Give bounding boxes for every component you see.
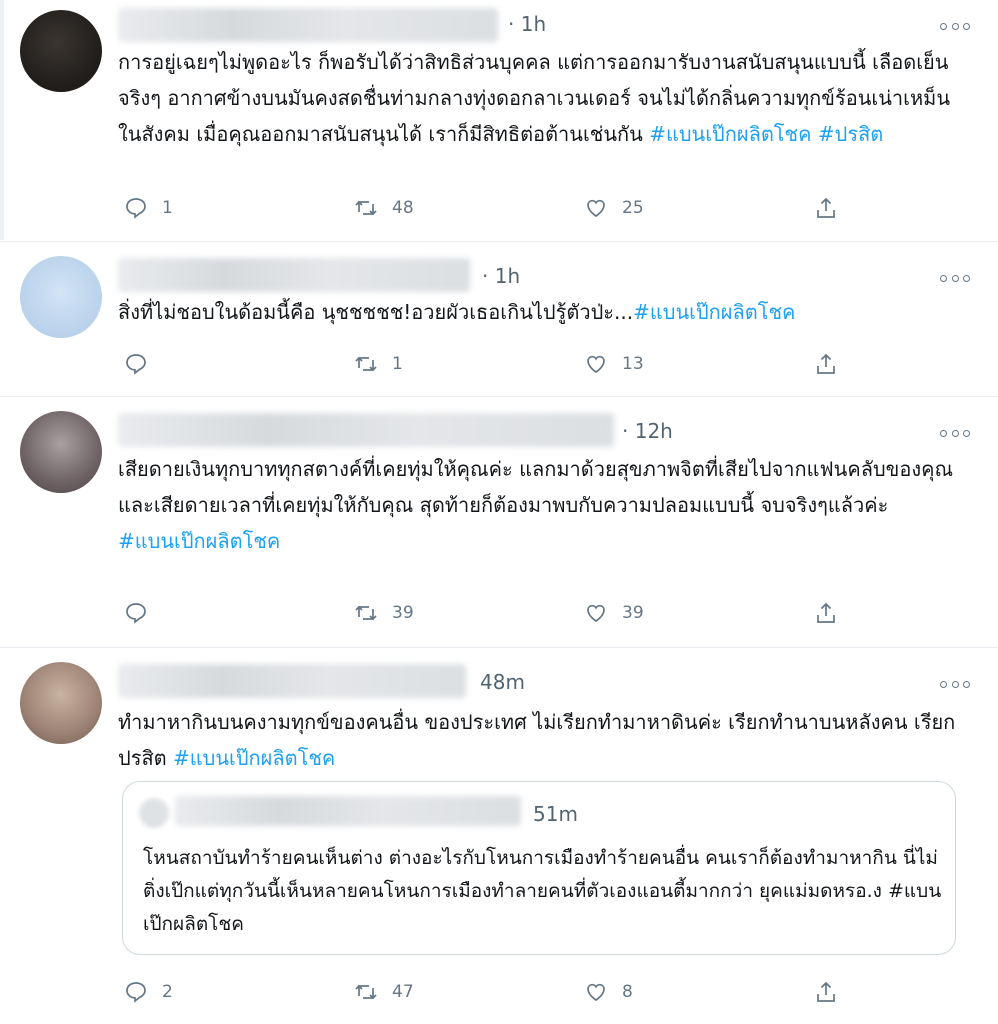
retweet-icon	[355, 356, 377, 372]
share-button[interactable]	[814, 192, 838, 224]
tweet-1[interactable]: · 1h การอยู่เฉยๆไม่พูดอะไร ก็พอรับได้ว่า…	[0, 0, 998, 240]
retweet-icon	[355, 984, 377, 1000]
reply-button[interactable]: 2	[124, 976, 173, 1008]
tweet-actions: 2 47 8	[118, 976, 878, 1008]
like-count: 39	[622, 603, 644, 623]
author-name-blurred[interactable]	[118, 413, 614, 447]
reply-button[interactable]	[124, 348, 162, 380]
share-button[interactable]	[814, 597, 838, 629]
tweet-text: สิ่งที่ไม่ชอบในด้อมนี้คือ นุชชชชช!อวยผัว…	[118, 294, 968, 330]
author-name-blurred[interactable]	[118, 258, 470, 292]
hashtag-link[interactable]: #ปรสิต	[818, 122, 883, 146]
more-options-icon[interactable]	[940, 20, 970, 32]
tweet-2[interactable]: · 1h สิ่งที่ไม่ชอบในด้อมนี้คือ นุชชชชช!อ…	[0, 242, 998, 396]
more-options-icon[interactable]	[940, 678, 970, 690]
more-options-icon[interactable]	[940, 272, 970, 284]
retweet-count: 1	[392, 354, 403, 374]
reply-icon	[126, 982, 146, 1003]
quoted-tweet[interactable]: 51m โหนสถาบันทำร้ายคนเห็นต่าง ต่างอะไรกั…	[122, 781, 956, 955]
hashtag-link[interactable]: #แบนเป๊กผลิตโชค	[173, 746, 335, 770]
like-count: 13	[622, 354, 644, 374]
retweet-icon	[355, 200, 377, 216]
like-button[interactable]: 39	[584, 597, 644, 629]
hashtag-link[interactable]: #แบนเป๊กผลิตโชค	[649, 122, 811, 146]
retweet-button[interactable]: 1	[354, 348, 403, 380]
tweet-timestamp[interactable]: · 1h	[508, 12, 546, 36]
reply-icon	[126, 354, 146, 375]
share-icon	[817, 602, 835, 623]
share-icon	[817, 353, 835, 374]
reply-count: 1	[162, 198, 173, 218]
tweet-timestamp[interactable]: · 12h	[622, 419, 673, 443]
reply-icon	[126, 198, 146, 219]
share-icon	[817, 981, 835, 1002]
tweet-actions: 1 48 25	[118, 192, 878, 224]
tweet-text: การอยู่เฉยๆไม่พูดอะไร ก็พอรับได้ว่าสิทธิ…	[118, 44, 968, 152]
retweet-button[interactable]: 47	[354, 976, 414, 1008]
like-count: 25	[622, 198, 644, 218]
tweet-text: เสียดายเงินทุกบาททุกสตางค์ที่เคยทุ่มให้ค…	[118, 451, 968, 559]
hashtag-link[interactable]: #แบนเป๊กผลิตโชค	[118, 529, 280, 553]
author-name-blurred[interactable]	[118, 664, 466, 698]
reply-button[interactable]: 1	[124, 192, 173, 224]
tweet-text: ทำมาหากินบนคงามทุกข์ของคนอื่น ของประเทศ …	[118, 704, 968, 776]
avatar[interactable]	[20, 256, 102, 338]
like-button[interactable]: 13	[584, 348, 644, 380]
quoted-text: โหนสถาบันทำร้ายคนเห็นต่าง ต่างอะไรกับโหน…	[143, 847, 942, 935]
tweet-actions: 1 13	[118, 348, 878, 380]
share-button[interactable]	[814, 976, 838, 1008]
like-icon	[587, 355, 605, 374]
like-icon	[587, 604, 605, 623]
avatar[interactable]	[20, 662, 102, 744]
tweet-timestamp[interactable]: · 1h	[482, 264, 520, 288]
like-icon	[587, 199, 605, 218]
tweet-3[interactable]: · 12h เสียดายเงินทุกบาททุกสตางค์ที่เคยทุ…	[0, 397, 998, 647]
reply-count: 2	[162, 982, 173, 1002]
retweet-count: 47	[392, 982, 414, 1002]
retweet-count: 48	[392, 198, 414, 218]
like-count: 8	[622, 982, 633, 1002]
like-button[interactable]: 8	[584, 976, 633, 1008]
quoted-avatar	[139, 798, 169, 828]
retweet-button[interactable]: 39	[354, 597, 414, 629]
quoted-timestamp: 51m	[533, 802, 578, 826]
quoted-author-name-blurred	[175, 796, 521, 826]
tweet-body: สิ่งที่ไม่ชอบในด้อมนี้คือ นุชชชชช!อวยผัว…	[118, 300, 634, 324]
retweet-count: 39	[392, 603, 414, 623]
retweet-button[interactable]: 48	[354, 192, 414, 224]
share-icon	[817, 197, 835, 218]
share-button[interactable]	[814, 348, 838, 380]
retweet-icon	[355, 605, 377, 621]
like-button[interactable]: 25	[584, 192, 644, 224]
more-options-icon[interactable]	[940, 427, 970, 439]
reply-button[interactable]	[124, 597, 162, 629]
hashtag-link[interactable]: #แบนเป๊กผลิตโชค	[633, 300, 795, 324]
tweet-actions: 39 39	[118, 597, 878, 629]
tweet-4[interactable]: 48m ทำมาหากินบนคงามทุกข์ของคนอื่น ของประ…	[0, 648, 998, 1024]
author-name-blurred[interactable]	[118, 8, 498, 42]
tweet-timestamp[interactable]: 48m	[480, 670, 525, 694]
avatar[interactable]	[20, 10, 102, 92]
reply-icon	[126, 603, 146, 624]
like-icon	[587, 983, 605, 1002]
avatar[interactable]	[20, 411, 102, 493]
tweet-body: เสียดายเงินทุกบาททุกสตางค์ที่เคยทุ่มให้ค…	[118, 457, 954, 517]
